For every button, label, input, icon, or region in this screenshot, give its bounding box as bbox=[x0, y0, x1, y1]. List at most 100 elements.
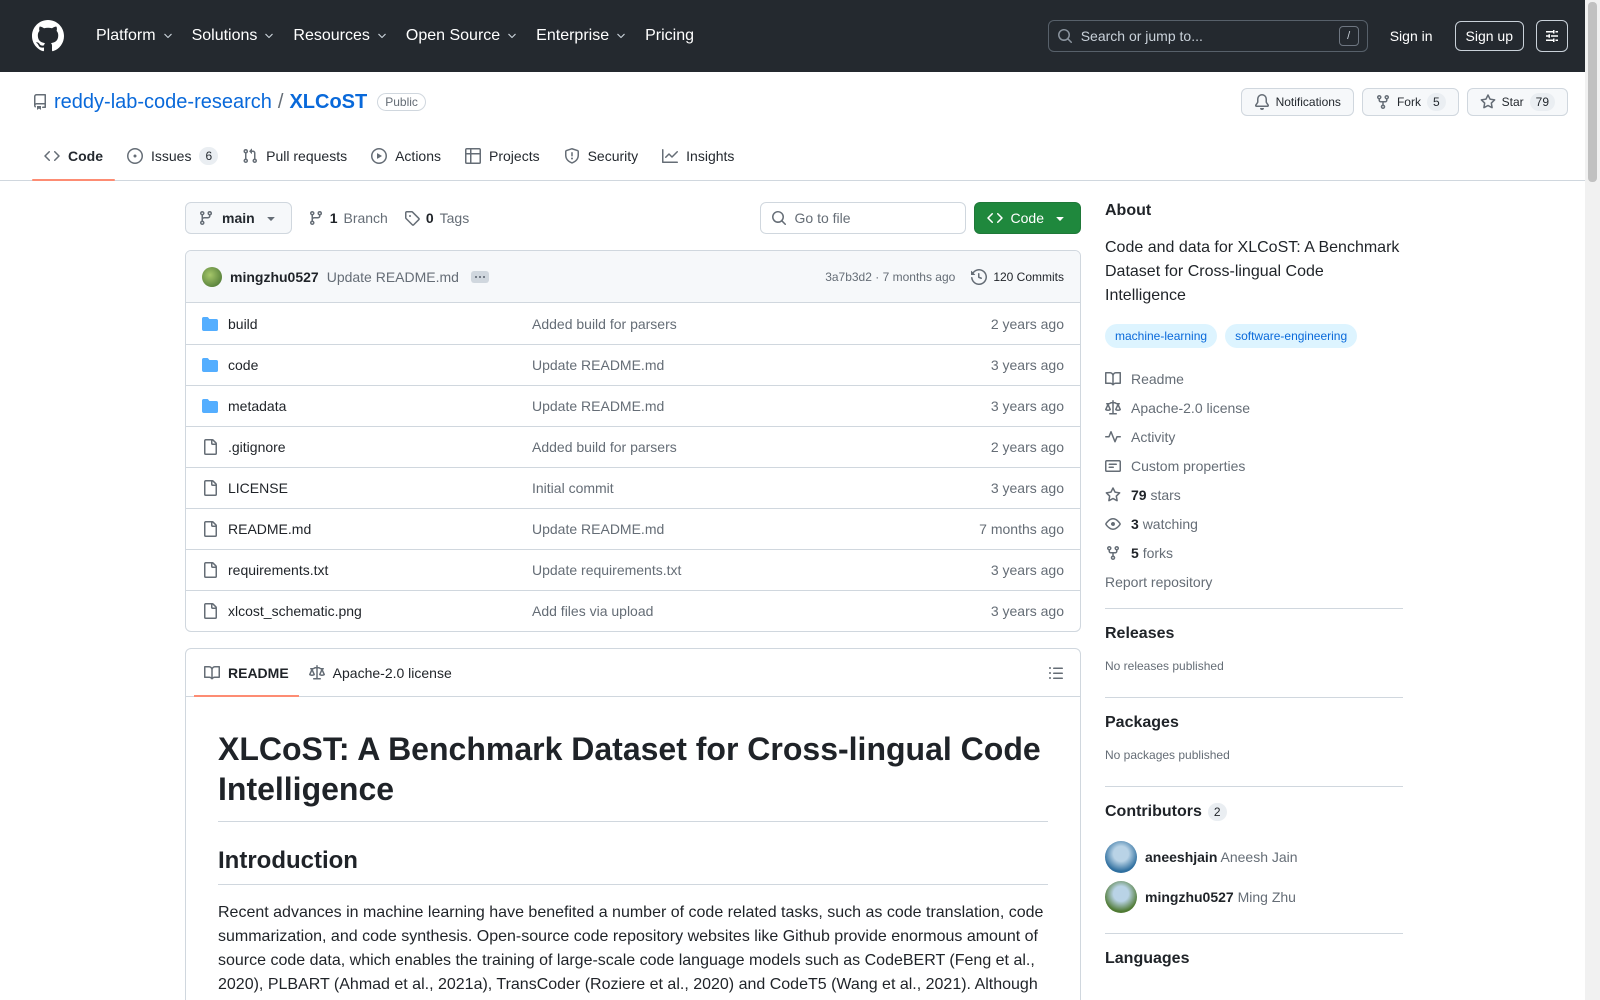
file-name-link[interactable]: metadata bbox=[228, 398, 286, 414]
file-toolbar: main 1 Branch 0 Tags Go to file Code bbox=[185, 202, 1081, 234]
file-row[interactable]: README.md Update README.md 7 months ago bbox=[186, 508, 1080, 549]
tab-security[interactable]: Security bbox=[552, 132, 651, 180]
file-row[interactable]: .gitignore Added build for parsers 2 years… bbox=[186, 426, 1080, 467]
notifications-label: Notifications bbox=[1275, 95, 1341, 109]
commit-details-toggle[interactable] bbox=[470, 270, 489, 283]
avatar[interactable] bbox=[1105, 881, 1137, 913]
file-commit-message[interactable]: Update README.md bbox=[532, 398, 991, 414]
about-link-apache-2-0-license[interactable]: Apache-2.0 license bbox=[1105, 393, 1403, 422]
file-row[interactable]: LICENSE Initial commit 3 years ago bbox=[186, 467, 1080, 508]
file-row[interactable]: code Update README.md 3 years ago bbox=[186, 344, 1080, 385]
branch-select[interactable]: main bbox=[185, 202, 292, 234]
fork-button[interactable]: Fork 5 bbox=[1361, 88, 1459, 116]
file-commit-message[interactable]: Update README.md bbox=[532, 521, 979, 537]
global-nav-open-source[interactable]: Open Source bbox=[398, 21, 526, 51]
contributor-login: aneeshjain bbox=[1145, 849, 1218, 865]
sign-in-link[interactable]: Sign in bbox=[1380, 22, 1443, 50]
commit-meta-separator: · bbox=[875, 269, 880, 284]
tab-insights[interactable]: Insights bbox=[650, 132, 746, 180]
global-nav-platform[interactable]: Platform bbox=[88, 21, 182, 51]
global-search-input[interactable]: Search or jump to... / bbox=[1047, 20, 1368, 52]
file-name-link[interactable]: xlcost_schematic.png bbox=[228, 603, 362, 619]
file-commit-message[interactable]: Update README.md bbox=[532, 357, 991, 373]
global-nav-enterprise[interactable]: Enterprise bbox=[528, 21, 635, 51]
topic-software-engineering[interactable]: software-engineering bbox=[1225, 324, 1358, 348]
readme-panel: README Apache-2.0 license XLCoST: A Benc… bbox=[185, 648, 1081, 1000]
global-header: Platform Solutions Resources Open Source Ent… bbox=[0, 0, 1600, 72]
file-commit-message[interactable]: Add files via upload bbox=[532, 603, 991, 619]
about-link-count: 79 bbox=[1131, 486, 1147, 503]
contributors-section: Contributors 2 aneeshjain Aneesh Jain min… bbox=[1105, 786, 1403, 921]
commit-author-avatar[interactable] bbox=[202, 266, 222, 287]
file-row[interactable]: requirements.txt Update requirements.txt 3… bbox=[186, 549, 1080, 590]
global-nav-pricing[interactable]: Pricing bbox=[637, 21, 702, 51]
scrollbar-thumb[interactable] bbox=[1588, 2, 1597, 182]
file-row[interactable]: build Added build for parsers 2 years ago bbox=[186, 303, 1080, 344]
about-link-forks[interactable]: 5 forks bbox=[1105, 538, 1403, 567]
github-logo-icon[interactable] bbox=[32, 20, 64, 52]
commit-history-link[interactable]: 120 Commits bbox=[971, 268, 1064, 285]
file-commit-message[interactable]: Update requirements.txt bbox=[532, 562, 991, 578]
topic-machine-learning[interactable]: machine-learning bbox=[1105, 324, 1218, 348]
contributor-aneeshjain[interactable]: aneeshjain Aneesh Jain bbox=[1105, 837, 1403, 877]
about-link-watching[interactable]: 3 watching bbox=[1105, 509, 1403, 538]
file-name-link[interactable]: README.md bbox=[228, 521, 311, 537]
repo-owner-link[interactable]: reddy-lab-code-research bbox=[54, 91, 272, 114]
chevron-down-icon bbox=[617, 33, 625, 39]
contributor-mingzhu0527[interactable]: mingzhu0527 Ming Zhu bbox=[1105, 877, 1403, 917]
contributors-heading[interactable]: Contributors 2 bbox=[1105, 803, 1403, 821]
report-repository-link[interactable]: Report repository bbox=[1105, 567, 1403, 596]
page-scrollbar[interactable] bbox=[1585, 0, 1600, 1000]
star-button[interactable]: Star 79 bbox=[1466, 88, 1568, 116]
caret-down-icon bbox=[1056, 217, 1064, 221]
tab-actions[interactable]: Actions bbox=[359, 132, 453, 180]
readme-tab[interactable]: README bbox=[194, 649, 299, 697]
table-icon bbox=[465, 148, 482, 164]
commit-sha-link[interactable]: 3a7b3d2 bbox=[825, 270, 872, 284]
about-link-stars[interactable]: 79 stars bbox=[1105, 480, 1403, 509]
global-nav-label: Resources bbox=[293, 27, 370, 44]
about-link-label: watching bbox=[1142, 515, 1198, 532]
tags-link[interactable]: 0 Tags bbox=[404, 210, 469, 226]
go-to-file-input[interactable]: Go to file bbox=[759, 202, 966, 234]
notifications-button[interactable]: Notifications bbox=[1240, 88, 1354, 116]
about-link-custom-properties[interactable]: Custom properties bbox=[1105, 451, 1403, 480]
file-row[interactable]: xlcost_schematic.png Add files via upload… bbox=[186, 590, 1080, 631]
history-icon bbox=[971, 268, 988, 285]
avatar[interactable] bbox=[1105, 841, 1137, 873]
tab-code[interactable]: Code bbox=[32, 132, 115, 181]
sign-up-button[interactable]: Sign up bbox=[1454, 21, 1524, 51]
global-nav-resources[interactable]: Resources bbox=[285, 21, 395, 51]
file-name-link[interactable]: code bbox=[228, 357, 258, 373]
branches-link[interactable]: 1 Branch bbox=[308, 210, 388, 226]
file-commit-message[interactable]: Initial commit bbox=[532, 480, 991, 496]
outline-button[interactable] bbox=[1048, 649, 1072, 696]
tab-label: Projects bbox=[489, 148, 540, 164]
license-tab[interactable]: Apache-2.0 license bbox=[299, 649, 462, 696]
file-name-link[interactable]: LICENSE bbox=[228, 480, 288, 496]
code-dropdown-button[interactable]: Code bbox=[973, 202, 1081, 234]
main-content: main 1 Branch 0 Tags Go to file Code min… bbox=[185, 202, 1081, 1000]
issue-icon bbox=[127, 148, 143, 164]
about-link-readme[interactable]: Readme bbox=[1105, 364, 1403, 393]
tab-pull-requests[interactable]: Pull requests bbox=[230, 132, 359, 180]
tab-projects[interactable]: Projects bbox=[453, 132, 552, 180]
repo-name-link[interactable]: XLCoST bbox=[289, 91, 367, 114]
packages-heading[interactable]: Packages bbox=[1105, 714, 1403, 732]
releases-heading[interactable]: Releases bbox=[1105, 625, 1403, 643]
pull-request-icon bbox=[243, 148, 258, 164]
commit-message-link[interactable]: Update README.md bbox=[327, 269, 459, 285]
tab-issues[interactable]: Issues 6 bbox=[115, 132, 230, 180]
global-nav-solutions[interactable]: Solutions bbox=[184, 21, 284, 51]
file-name-link[interactable]: requirements.txt bbox=[228, 562, 328, 578]
eye-icon bbox=[1105, 517, 1121, 530]
commit-author-link[interactable]: mingzhu0527 bbox=[230, 269, 319, 285]
file-name-link[interactable]: build bbox=[228, 316, 258, 332]
tab-counter: 6 bbox=[199, 147, 219, 165]
about-link-activity[interactable]: Activity bbox=[1105, 422, 1403, 451]
file-name-link[interactable]: .gitignore bbox=[228, 439, 286, 455]
file-commit-message[interactable]: Added build for parsers bbox=[532, 439, 991, 455]
command-palette-button[interactable] bbox=[1536, 20, 1568, 52]
file-commit-message[interactable]: Added build for parsers bbox=[532, 316, 991, 332]
file-row[interactable]: metadata Update README.md 3 years ago bbox=[186, 385, 1080, 426]
